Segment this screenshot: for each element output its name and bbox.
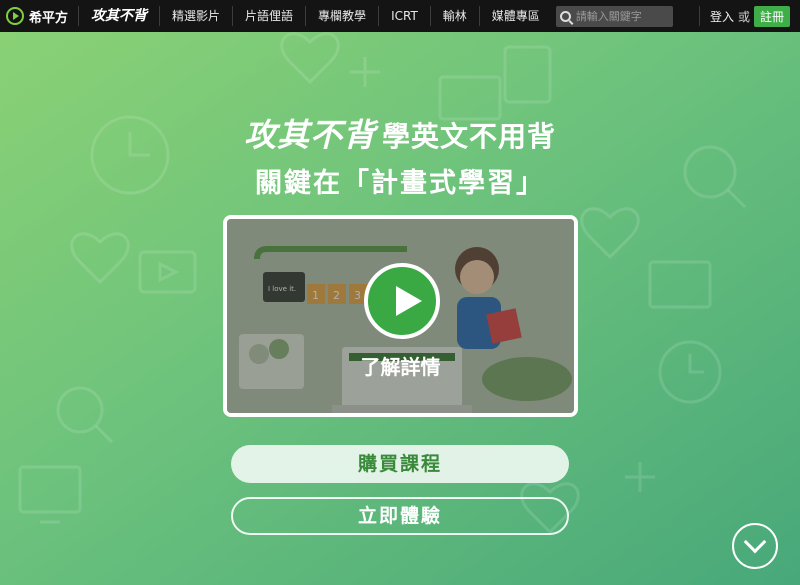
logo-text: 希平方 bbox=[29, 10, 69, 26]
search-box[interactable] bbox=[555, 5, 673, 27]
nav-item-columns[interactable]: 專欄教學 bbox=[306, 0, 378, 32]
pattern-search-icon bbox=[56, 386, 114, 444]
nav-item-featured-videos[interactable]: 精選影片 bbox=[160, 0, 232, 32]
nav-item-hanlin[interactable]: 輸林 bbox=[431, 0, 479, 32]
hero-headline: 攻其不背 學英文不用背 bbox=[0, 110, 800, 156]
pattern-monitor-icon bbox=[648, 260, 712, 309]
hero-section: 攻其不背學英文不用背 關鍵在「計畫式學習」 I love it. 1 2 3 bbox=[0, 32, 800, 585]
video-details-label[interactable]: 了解詳情 bbox=[227, 351, 574, 380]
pattern-plus-icon bbox=[625, 462, 655, 492]
play-icon[interactable] bbox=[364, 263, 440, 339]
buy-course-button[interactable]: 購買課程 bbox=[231, 445, 569, 483]
search-icon[interactable] bbox=[559, 10, 571, 22]
play-logo-icon bbox=[6, 7, 24, 25]
brand-link[interactable]: 攻其不背 bbox=[79, 0, 159, 32]
nav-item-phrases[interactable]: 片語俚語 bbox=[233, 0, 305, 32]
site-logo[interactable]: 希平方 bbox=[0, 0, 78, 32]
hero-headline-text: 學英文不用背 bbox=[382, 120, 557, 153]
nav-item-icrt[interactable]: ICRT bbox=[379, 0, 430, 32]
try-now-button[interactable]: 立即體驗 bbox=[231, 497, 569, 535]
pattern-heart-icon bbox=[580, 207, 640, 260]
chevron-down-icon[interactable] bbox=[732, 523, 778, 569]
top-navbar: 希平方 攻其不背 精選影片 片語俚語 專欄教學 ICRT 輸林 媒體專區 登入 … bbox=[0, 0, 800, 32]
nav-divider bbox=[698, 6, 700, 26]
pattern-heart-icon bbox=[280, 32, 340, 85]
hero-brand: 攻其不背 bbox=[243, 116, 376, 154]
search-input[interactable] bbox=[575, 9, 668, 23]
intro-video-card[interactable]: I love it. 1 2 3 了解詳情 bbox=[223, 215, 578, 417]
pattern-video-icon bbox=[138, 250, 197, 294]
pattern-clock-icon bbox=[658, 340, 722, 404]
login-link[interactable]: 登入 bbox=[710, 8, 734, 25]
pattern-plus-icon bbox=[350, 57, 380, 87]
or-text: 或 bbox=[737, 9, 750, 24]
hero-subline: 關鍵在「計畫式學習」 bbox=[255, 168, 545, 199]
pattern-tablet-icon bbox=[503, 45, 552, 104]
nav-item-media[interactable]: 媒體專區 bbox=[480, 0, 552, 32]
pattern-monitor-icon bbox=[18, 465, 82, 524]
account-links: 登入 或 註冊 bbox=[698, 0, 800, 32]
register-button[interactable]: 註冊 bbox=[753, 5, 790, 27]
pattern-heart-icon bbox=[70, 232, 130, 285]
